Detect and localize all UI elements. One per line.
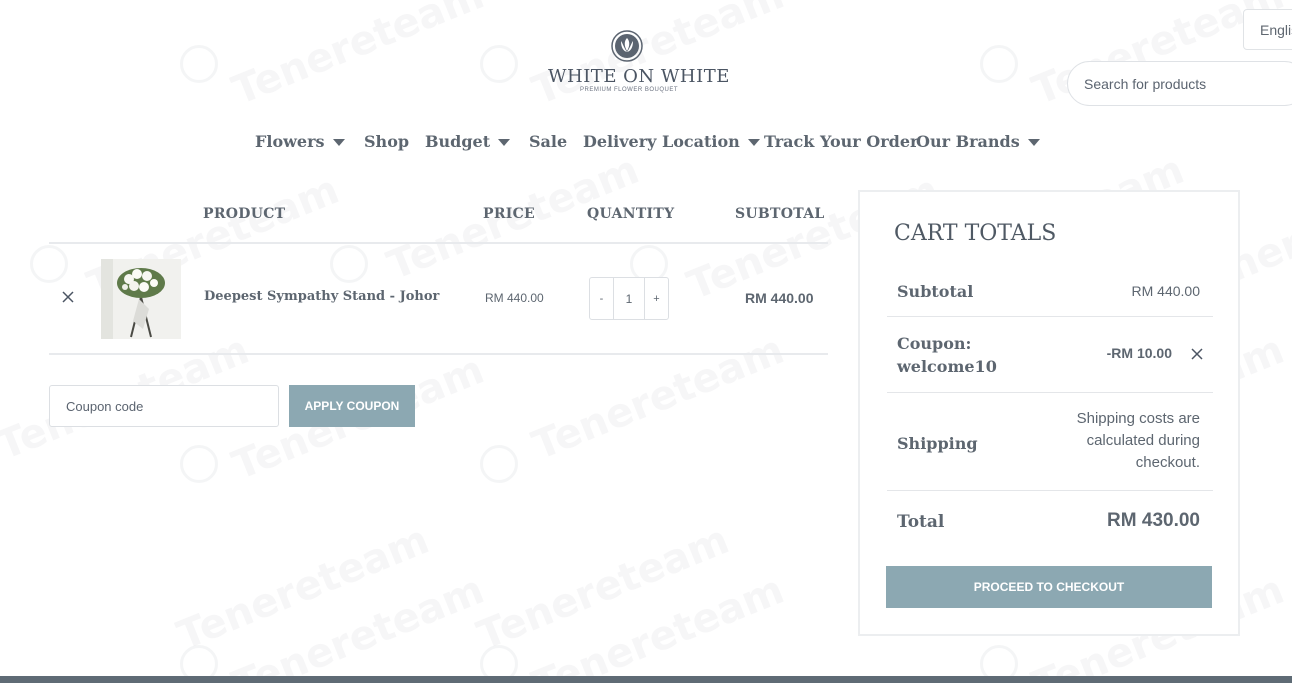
column-header-quantity: QUANTITY bbox=[587, 206, 675, 222]
product-price: RM 440.00 bbox=[485, 291, 544, 305]
column-header-subtotal: SUBTOTAL bbox=[735, 206, 825, 222]
total-label: Total bbox=[897, 512, 945, 532]
remove-coupon-icon[interactable] bbox=[1190, 347, 1204, 361]
nav-item-label: Our Brands bbox=[916, 132, 1020, 151]
coupon-code-input[interactable]: Coupon code bbox=[49, 385, 279, 427]
caret-down-icon bbox=[332, 139, 345, 146]
quantity-stepper: - 1 + bbox=[589, 277, 669, 320]
caret-down-icon bbox=[1027, 139, 1040, 146]
qty-input[interactable]: 1 bbox=[613, 278, 645, 319]
shipping-note: Shipping costs are calculated during che… bbox=[1076, 410, 1200, 471]
main-nav: Flowers Shop Budget Sale Delivery Locati… bbox=[0, 132, 1292, 156]
nav-item-shop[interactable]: Shop bbox=[364, 132, 409, 151]
language-selector[interactable]: English bbox=[1243, 9, 1292, 50]
logo-name: WHITE ON WHITE bbox=[548, 66, 730, 87]
nav-item-label: Flowers bbox=[255, 132, 325, 151]
watermark-text: Tenereteam bbox=[526, 566, 791, 683]
nav-item-delivery-location[interactable]: Delivery Location bbox=[583, 132, 760, 151]
coupon-label: Coupon: welcome10 bbox=[897, 334, 997, 376]
watermark-badge-icon bbox=[980, 45, 1018, 83]
product-subtotal: RM 440.00 bbox=[745, 290, 814, 306]
watermark-text: Tenereteam bbox=[226, 566, 491, 683]
watermark-badge-icon bbox=[330, 245, 368, 283]
search-input[interactable]: Search for products bbox=[1067, 61, 1292, 106]
flower-stand-image bbox=[101, 259, 181, 339]
site-logo[interactable]: WHITE ON WHITE PREMIUM FLOWER BOUQUET bbox=[548, 28, 730, 98]
qty-decrease-button[interactable]: - bbox=[590, 278, 613, 319]
caret-down-icon bbox=[747, 139, 760, 146]
watermark-badge-icon bbox=[480, 445, 518, 483]
nav-item-label: Budget bbox=[425, 132, 491, 151]
nav-item-label: Shop bbox=[364, 132, 410, 151]
coupon-placeholder: Coupon code bbox=[66, 399, 144, 414]
nav-item-our-brands[interactable]: Our Brands bbox=[916, 132, 1040, 151]
cart-totals-title: CART TOTALS bbox=[894, 221, 1057, 246]
watermark-badge-icon bbox=[180, 445, 218, 483]
product-name-link[interactable]: Deepest Sympathy Stand - Johor bbox=[204, 289, 439, 304]
totals-divider bbox=[887, 392, 1213, 393]
logo-tagline: PREMIUM FLOWER BOUQUET bbox=[579, 87, 678, 93]
nav-item-track-order[interactable]: Track Your Order bbox=[764, 132, 918, 151]
nav-item-sale[interactable]: Sale bbox=[529, 132, 567, 151]
proceed-to-checkout-button[interactable]: PROCEED TO CHECKOUT bbox=[886, 566, 1212, 608]
nav-item-label: Delivery Location bbox=[583, 132, 740, 151]
caret-down-icon bbox=[498, 139, 511, 146]
watermark-text: Tenereteam bbox=[526, 326, 791, 470]
search-placeholder: Search for products bbox=[1084, 76, 1207, 92]
totals-divider bbox=[887, 490, 1213, 491]
watermark-text: Tenereteam bbox=[171, 516, 436, 660]
table-divider bbox=[49, 353, 828, 355]
subtotal-value: RM 440.00 bbox=[1131, 283, 1200, 299]
table-divider bbox=[49, 242, 828, 244]
cart-totals-panel: CART TOTALS Subtotal RM 440.00 Coupon: w… bbox=[858, 190, 1240, 636]
nav-item-label: Track Your Order bbox=[764, 132, 919, 151]
language-label: English bbox=[1260, 22, 1292, 38]
watermark-badge-icon bbox=[480, 45, 518, 83]
total-value: RM 430.00 bbox=[1107, 510, 1200, 531]
remove-item-icon[interactable] bbox=[60, 289, 76, 305]
nav-item-flowers[interactable]: Flowers bbox=[255, 132, 345, 151]
coupon-discount-value: -RM 10.00 bbox=[1106, 345, 1172, 361]
shipping-label: Shipping bbox=[897, 434, 978, 453]
tulip-logo-icon bbox=[611, 30, 643, 62]
watermark-badge-icon bbox=[180, 45, 218, 83]
nav-item-label: Sale bbox=[529, 132, 568, 151]
subtotal-label: Subtotal bbox=[897, 282, 974, 301]
watermark-badge-icon bbox=[30, 245, 68, 283]
apply-coupon-button[interactable]: APPLY COUPON bbox=[289, 385, 415, 427]
watermark-text: Tenereteam bbox=[471, 516, 736, 660]
column-header-price: PRICE bbox=[483, 206, 536, 222]
totals-divider bbox=[887, 316, 1213, 317]
nav-item-budget[interactable]: Budget bbox=[425, 132, 511, 151]
footer-bar bbox=[0, 676, 1292, 683]
watermark-text: Tenereteam bbox=[226, 0, 491, 115]
qty-increase-button[interactable]: + bbox=[645, 278, 668, 319]
column-header-product: PRODUCT bbox=[203, 206, 286, 222]
product-thumbnail[interactable] bbox=[101, 259, 181, 339]
